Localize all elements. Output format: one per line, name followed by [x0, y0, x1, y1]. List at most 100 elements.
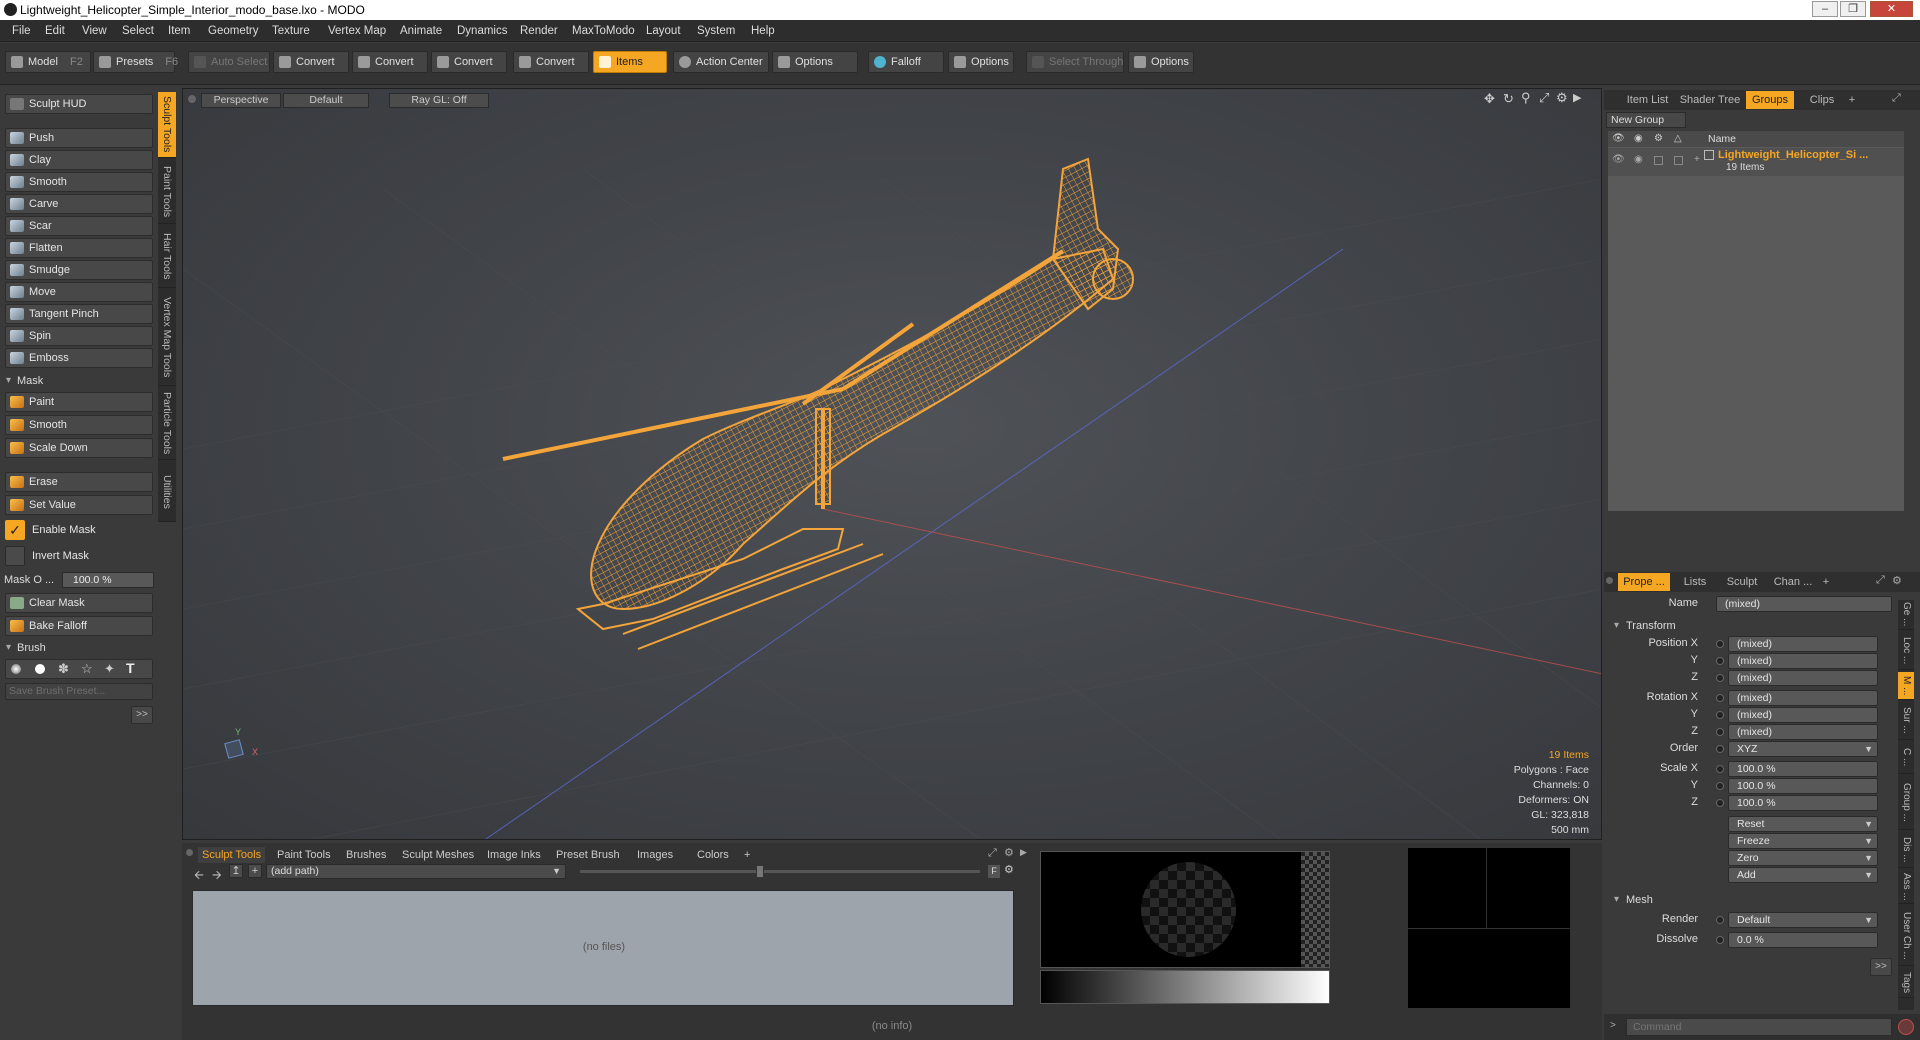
invert-mask-checkbox[interactable] [5, 546, 25, 566]
menu-geometry[interactable]: Geometry [208, 25, 259, 37]
scale-x-field[interactable]: 100.0 % [1728, 761, 1878, 777]
tool-scar[interactable]: Scar [5, 216, 153, 236]
hard-brush-icon[interactable] [35, 664, 45, 674]
close-button[interactable]: ✕ [1870, 1, 1913, 17]
keyframe-dot-icon[interactable] [1716, 799, 1724, 807]
add-tab-button[interactable]: + [744, 847, 750, 863]
menu-select[interactable]: Select [122, 25, 154, 37]
group-row[interactable]: 👁 ◉ + Lightweight_Helicopter_Si ... 19 I… [1608, 148, 1904, 176]
visibility-eye-icon[interactable]: 👁 [1612, 154, 1625, 165]
keyframe-dot-icon[interactable] [1716, 711, 1724, 719]
tool-carve[interactable]: Carve [5, 194, 153, 214]
action-center-button[interactable]: Action Center [673, 51, 769, 73]
rvtab-loc[interactable]: Loc ... [1898, 632, 1914, 670]
tab-properties[interactable]: Prope ... [1618, 573, 1670, 591]
rvtab-c[interactable]: C ... [1898, 742, 1914, 774]
expand-icon[interactable]: ⤢ [1876, 574, 1885, 587]
tool-clay[interactable]: Clay [5, 150, 153, 170]
keyframe-dot-icon[interactable] [1716, 936, 1724, 944]
vtab-particle-tools[interactable]: Particle Tools [158, 388, 176, 460]
mask-section-header[interactable]: Mask [3, 373, 153, 389]
tool-move[interactable]: Move [5, 282, 153, 302]
properties-gear-icon[interactable]: ⚙ [1892, 574, 1902, 587]
new-group-button[interactable]: New Group [1606, 112, 1686, 128]
rvtab-user-ch[interactable]: User Ch ... [1898, 906, 1914, 966]
text-brush-icon[interactable]: T [126, 660, 135, 676]
btab-sculpt-tools[interactable]: Sculpt Tools [198, 847, 266, 863]
vtab-sculpt-tools[interactable]: Sculpt Tools [158, 92, 176, 158]
btab-images[interactable]: Images [637, 847, 673, 863]
keyframe-dot-icon[interactable] [1716, 694, 1724, 702]
menu-dynamics[interactable]: Dynamics [457, 25, 507, 37]
dissolve-field[interactable]: 0.0 % [1728, 932, 1878, 948]
soft-brush-icon[interactable] [11, 664, 21, 674]
mask-opacity-field[interactable]: 100.0 % [62, 572, 154, 588]
rvtab-ass[interactable]: Ass ... [1898, 870, 1914, 904]
expand-icon[interactable]: ⤢ [1892, 92, 1901, 105]
btab-image-inks[interactable]: Image Inks [487, 847, 541, 863]
mesh-section-header[interactable]: Mesh [1614, 894, 1653, 906]
expand-plus-icon[interactable]: + [1694, 154, 1700, 165]
rotation-z-field[interactable]: (mixed) [1728, 724, 1878, 740]
convert-polygons-button[interactable]: Convert [431, 51, 507, 73]
panel-arrow-icon[interactable]: ▶ [1020, 847, 1027, 858]
convert-vertices-button[interactable]: Convert [273, 51, 349, 73]
rvtab-group[interactable]: Group ... [1898, 776, 1914, 830]
presets-button[interactable]: Presets F6 [93, 51, 178, 73]
menu-view[interactable]: View [82, 25, 107, 37]
tab-sculpt[interactable]: Sculpt [1720, 573, 1764, 591]
3d-viewport[interactable]: Perspective Default Ray GL: Off ✥ ↻ ⚲ ⤢ … [182, 88, 1602, 840]
set-value-button[interactable]: Set Value [5, 495, 153, 515]
render-toggle-icon[interactable]: ◉ [1634, 154, 1643, 165]
menu-edit[interactable]: Edit [45, 25, 65, 37]
keyframe-dot-icon[interactable] [1716, 728, 1724, 736]
add-dropdown[interactable]: Add ▼ [1728, 867, 1878, 883]
menu-help[interactable]: Help [751, 25, 775, 37]
keyframe-dot-icon[interactable] [1716, 916, 1724, 924]
tab-shader-tree[interactable]: Shader Tree [1678, 91, 1742, 109]
mask-smooth[interactable]: Smooth [5, 415, 153, 435]
tab-lists[interactable]: Lists [1674, 573, 1716, 591]
action-center-options-button[interactable]: Options [772, 51, 858, 73]
keyframe-dot-icon[interactable] [1716, 765, 1724, 773]
keyframe-dot-icon[interactable] [1716, 657, 1724, 665]
btab-paint-tools[interactable]: Paint Tools [277, 847, 331, 863]
tool-smooth[interactable]: Smooth [5, 172, 153, 192]
auto-select-button[interactable]: Auto Select [188, 51, 270, 73]
tab-item-list[interactable]: Item List [1620, 91, 1675, 109]
enable-mask-checkbox[interactable]: ✓ [5, 520, 25, 540]
menu-item[interactable]: Item [168, 25, 190, 37]
menu-animate[interactable]: Animate [400, 25, 442, 37]
scale-y-field[interactable]: 100.0 % [1728, 778, 1878, 794]
freeze-dropdown[interactable]: Freeze ▼ [1728, 833, 1878, 849]
up-folder-icon[interactable]: ↥ [229, 864, 243, 878]
position-y-field[interactable]: (mixed) [1728, 653, 1878, 669]
clear-mask-button[interactable]: Clear Mask [5, 593, 153, 613]
vtab-paint-tools[interactable]: Paint Tools [158, 160, 176, 224]
expand-icon[interactable]: ⤢ [988, 847, 997, 860]
browser-gear-icon[interactable]: ⚙ [1004, 863, 1014, 876]
menu-system[interactable]: System [697, 25, 735, 37]
tab-groups[interactable]: Groups [1746, 91, 1794, 109]
menu-maxtomodo[interactable]: MaxToModo [572, 25, 635, 37]
select-toggle-icon[interactable] [1674, 156, 1683, 165]
position-z-field[interactable]: (mixed) [1728, 670, 1878, 686]
bake-falloff-button[interactable]: Bake Falloff [5, 616, 153, 636]
btab-sculpt-meshes[interactable]: Sculpt Meshes [402, 847, 474, 863]
position-x-field[interactable]: (mixed) [1728, 636, 1878, 652]
tool-emboss[interactable]: Emboss [5, 348, 153, 368]
keyframe-dot-icon[interactable] [1716, 640, 1724, 648]
splat-brush-icon[interactable]: ✽ [58, 661, 69, 677]
panel-menu-icon[interactable] [186, 849, 193, 856]
vtab-hair-tools[interactable]: Hair Tools [158, 226, 176, 288]
keyframe-dot-icon[interactable] [1716, 745, 1724, 753]
mask-scale-down[interactable]: Scale Down [5, 438, 153, 458]
tool-flatten[interactable]: Flatten [5, 238, 153, 258]
tool-spin[interactable]: Spin [5, 326, 153, 346]
file-browser-area[interactable]: (no files) [192, 890, 1014, 1006]
menu-texture[interactable]: Texture [272, 25, 310, 37]
more-options-button[interactable]: >> [131, 706, 153, 724]
scale-z-field[interactable]: 100.0 % [1728, 795, 1878, 811]
rvtab-tags[interactable]: Tags [1898, 968, 1914, 998]
keyframe-dot-icon[interactable] [1716, 782, 1724, 790]
